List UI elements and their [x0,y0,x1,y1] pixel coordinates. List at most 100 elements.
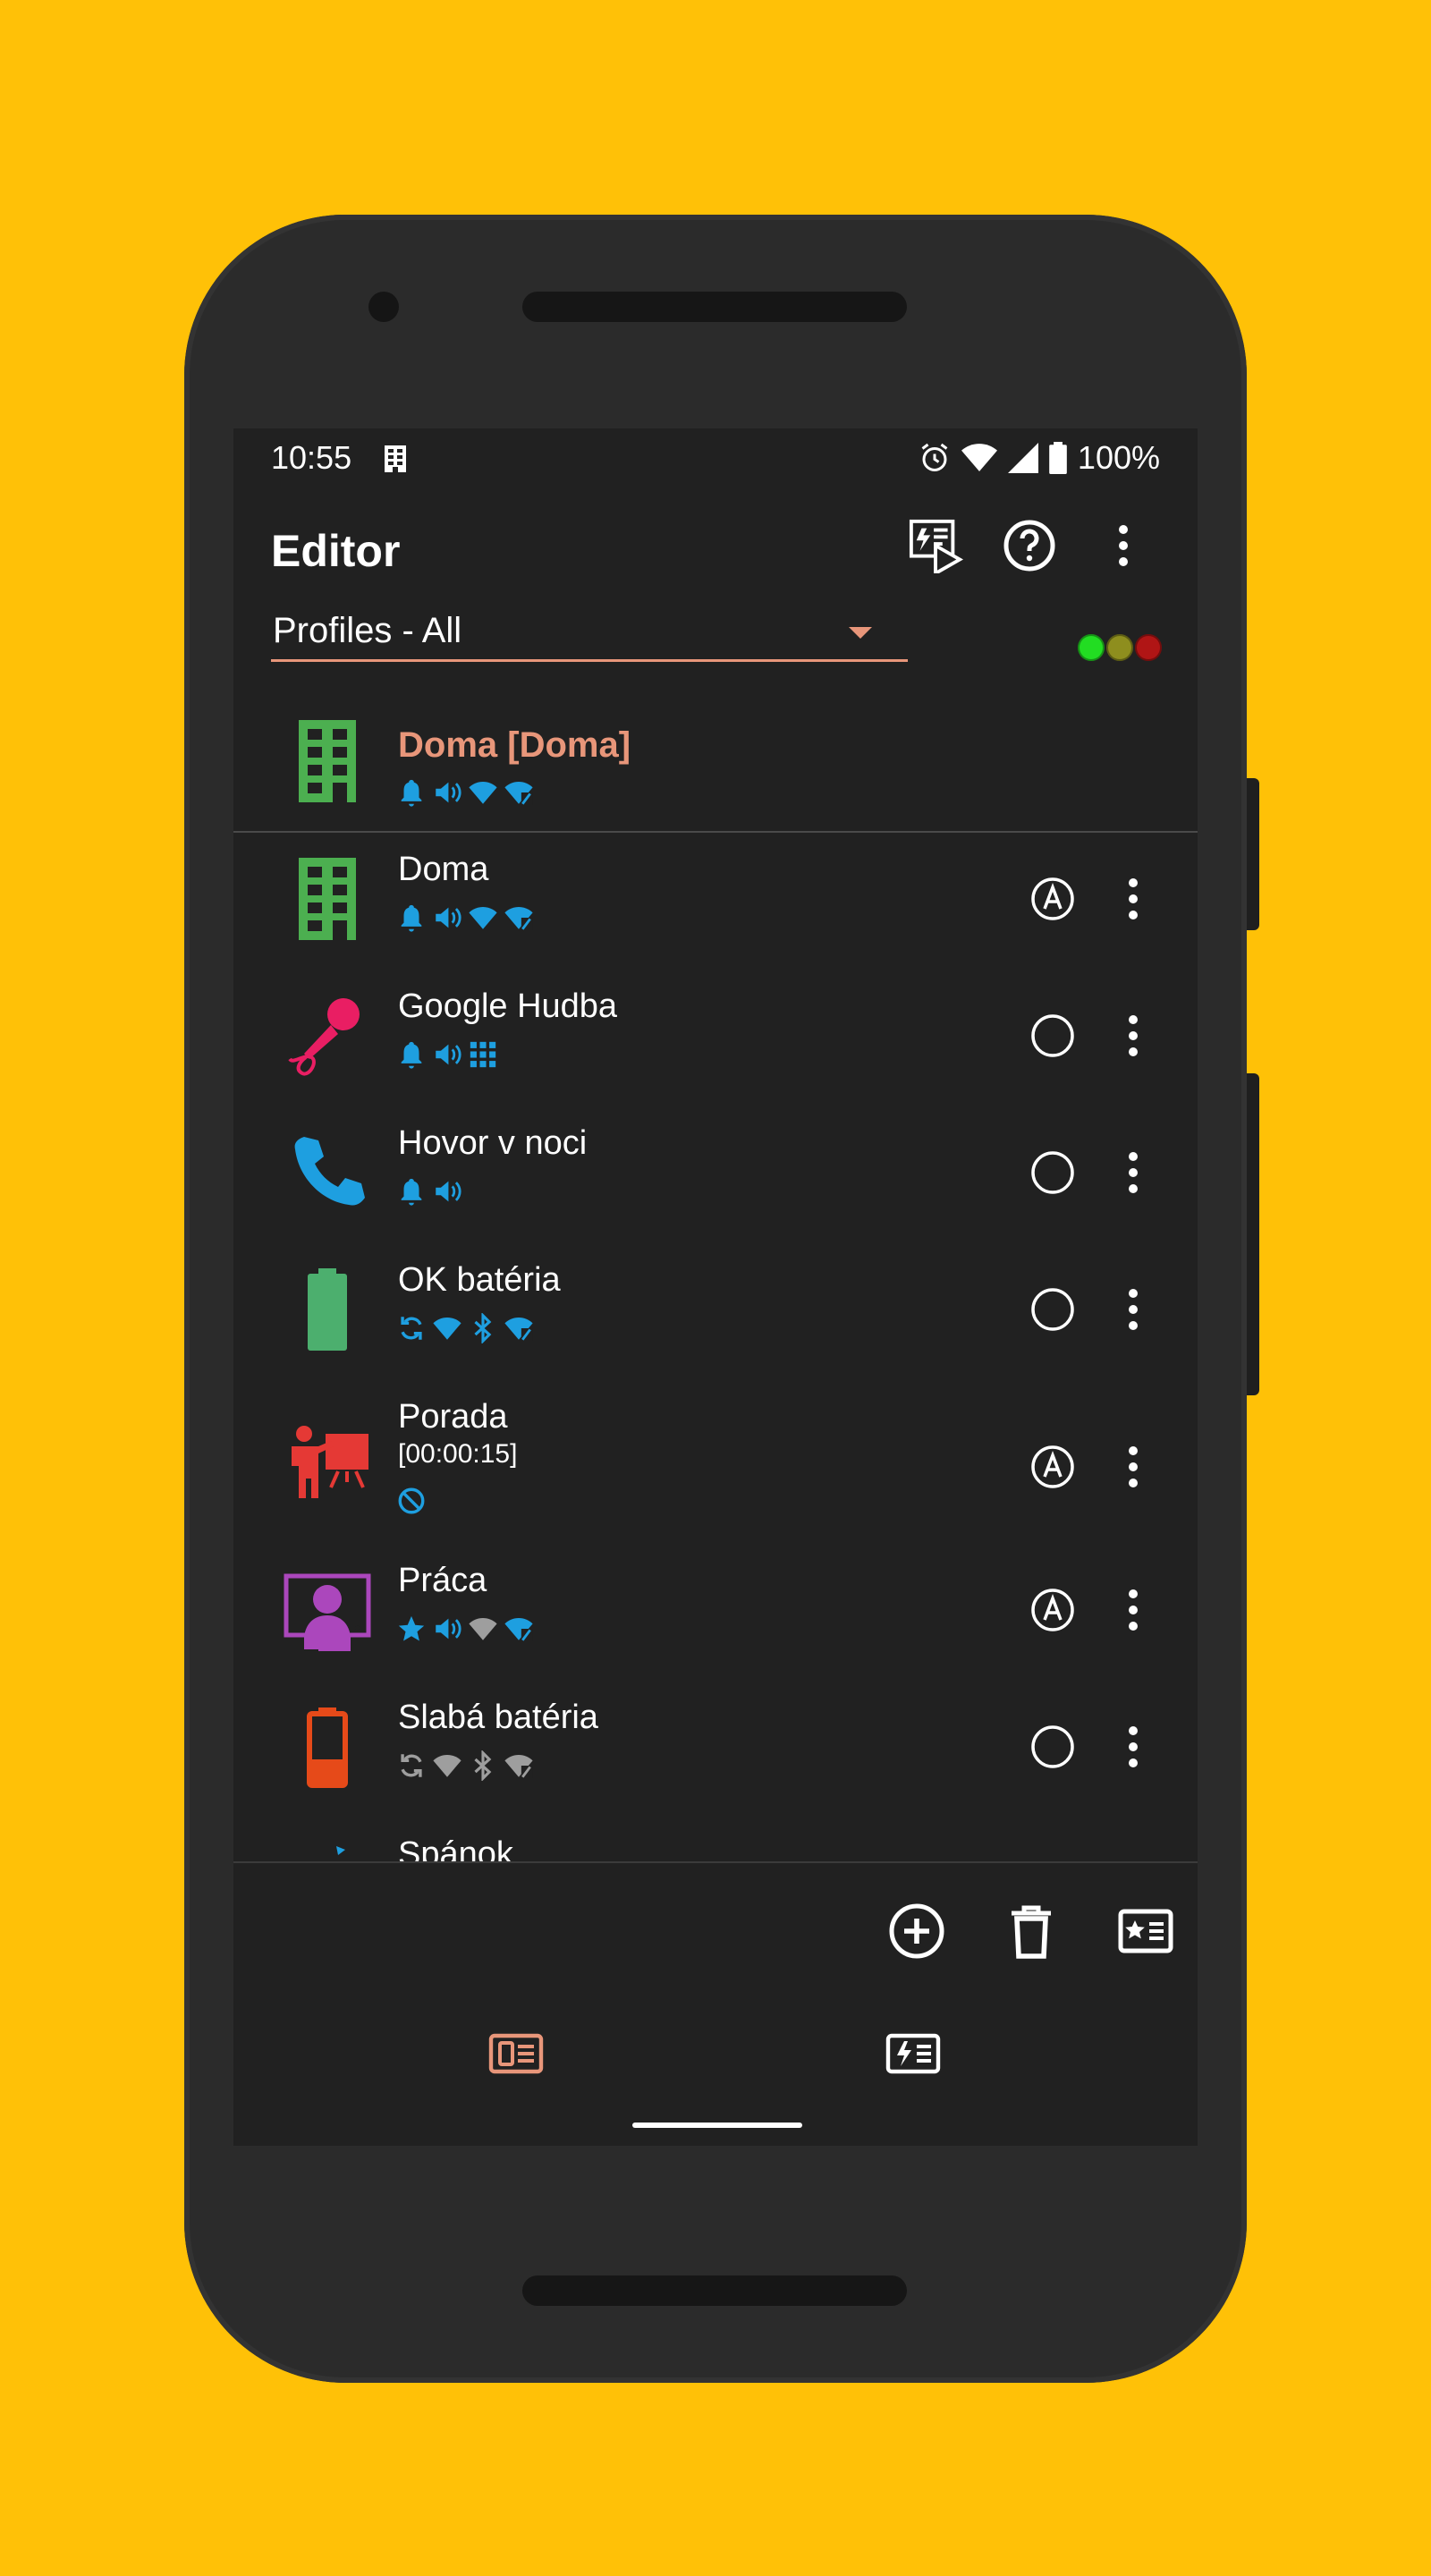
building-icon [385,445,406,472]
building-icon [299,858,356,940]
volume-icon [436,1181,461,1202]
gesture-nav-bar[interactable] [632,2123,802,2128]
profile-settings-icons [396,1486,427,1516]
add-circle-icon [889,1903,944,1959]
battery-full-icon [308,1268,347,1351]
profile-name: Slabá batéria [398,1699,598,1736]
profile-name: Doma [398,851,489,888]
volume-button [1247,1073,1259,1395]
active-profile-settings-icons [396,777,534,808]
active-profile-header[interactable]: Doma [Doma] [233,697,1198,833]
profile-settings-icons [396,1313,534,1343]
wifi-ap-icon [504,781,533,806]
battery-low-icon [307,1707,348,1788]
wifi-icon [469,906,497,929]
profile-settings-icons [396,1614,534,1644]
more-vert-icon[interactable] [1124,1287,1142,1332]
page-title: Editor [271,526,401,576]
bluetooth-icon [474,1750,492,1781]
profile-filter-dropdown[interactable]: Profiles - All [271,607,908,662]
alarm-icon [921,443,948,471]
monitor-person-icon [284,1573,371,1651]
radio-empty-icon[interactable] [1030,1150,1075,1195]
status-time: 10:55 [271,439,352,476]
volume-icon [436,782,461,803]
profile-row[interactable]: Hovor v noci [233,1112,1198,1249]
radio-empty-icon[interactable] [1030,1724,1075,1769]
wifi-icon [469,781,497,804]
wifi-ap-icon [504,906,533,931]
profile-row[interactable]: Slabá batéria [233,1686,1198,1823]
profile-name: Hovor v noci [398,1124,588,1162]
tab-events[interactable] [877,2024,949,2083]
profile-row[interactable]: Porada [00:00:15] [233,1385,1198,1549]
filter-label: Profiles - All [273,611,462,650]
wifi-icon [961,444,997,471]
active-profile-name: Doma [Doma] [398,725,631,765]
star-icon [398,1615,425,1641]
profile-name: Porada [398,1398,508,1436]
more-vert-icon[interactable] [1124,877,1142,921]
more-vert-icon[interactable] [1124,1445,1142,1489]
profile-settings-icons [396,1750,534,1781]
profile-name: OK batéria [398,1261,561,1299]
status-icons: 100% [919,439,1160,477]
top-speaker [522,292,907,322]
activated-events-button[interactable] [904,514,967,577]
bottom-speaker [522,2275,907,2306]
profile-settings-icons [396,1039,498,1070]
status-bar: 10:55 100% [233,428,1198,489]
profile-row[interactable]: Google Hudba [233,975,1198,1112]
wifi-ap-icon [504,1617,533,1642]
default-profile-button[interactable] [1113,1899,1178,1963]
presentation-icon [292,1426,368,1498]
battery-percent: 100% [1077,439,1160,476]
traffic-light-indicator [1078,634,1162,661]
bell-icon [401,1178,422,1206]
add-profile-button[interactable] [885,1899,949,1963]
radio-activate-icon[interactable] [1030,1445,1075,1489]
wifi-ap-icon [504,1754,533,1779]
more-vert-icon[interactable] [1124,1013,1142,1058]
event-play-icon [909,519,963,573]
indicator-yellow [1106,634,1133,661]
profile-name: Google Hudba [398,987,618,1025]
battery-icon [1049,442,1067,474]
radio-activate-icon[interactable] [1030,877,1075,921]
profile-row[interactable]: OK batéria [233,1249,1198,1385]
profile-row[interactable]: Práca [233,1549,1198,1686]
delete-icon [1012,1905,1051,1959]
bluetooth-icon [474,1313,492,1343]
profile-duration: [00:00:15] [398,1439,518,1469]
indicator-green [1078,634,1105,661]
sync-icon [401,1317,422,1340]
help-icon [1003,520,1055,572]
more-vert-icon[interactable] [1124,1150,1142,1195]
radio-empty-icon[interactable] [1030,1013,1075,1058]
phone-icon [294,1137,365,1206]
events-tab-icon [885,2033,941,2074]
block-icon [398,1487,425,1514]
help-button[interactable] [998,514,1061,577]
bottom-bar [233,1861,1198,2146]
volume-icon [436,907,461,928]
bell-icon [401,904,422,932]
bell-icon [401,779,422,807]
delete-profiles-button[interactable] [999,1899,1063,1963]
profile-name: Práca [398,1562,487,1599]
radio-empty-icon[interactable] [1030,1287,1075,1332]
profile-row[interactable]: Doma [233,838,1198,975]
sync-icon [401,1754,422,1777]
more-vert-icon[interactable] [1124,1588,1142,1632]
radio-activate-icon[interactable] [1030,1588,1075,1632]
more-vert-icon [1119,525,1128,566]
volume-icon [436,1044,461,1065]
more-vert-icon[interactable] [1124,1724,1142,1769]
building-icon [299,720,356,802]
tab-profiles[interactable] [480,2024,552,2083]
toolbar: Editor [233,489,1198,606]
overflow-menu-button[interactable] [1092,514,1155,577]
microphone-icon [288,998,360,1076]
front-camera [368,292,399,322]
profile-settings-icons [396,1176,462,1207]
